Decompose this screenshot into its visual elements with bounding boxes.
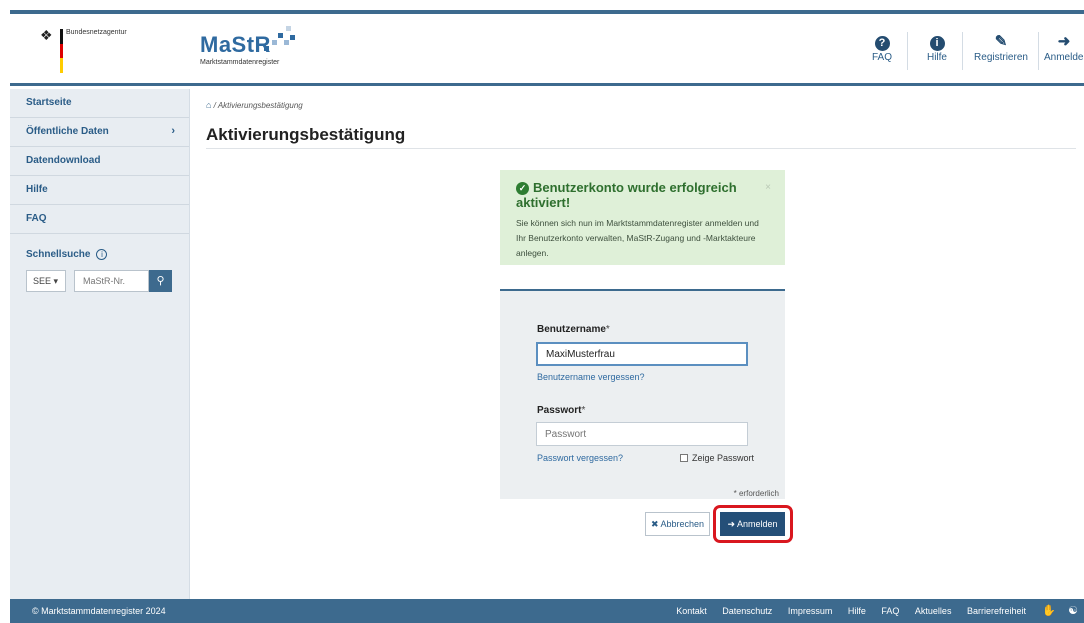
cancel-label: Abbrechen (660, 519, 705, 529)
check-circle-icon: ✓ (516, 182, 529, 195)
checkbox-icon (680, 454, 688, 462)
required-marker: * (605, 324, 610, 335)
home-icon[interactable]: ⌂ (206, 100, 211, 110)
password-input[interactable] (536, 422, 748, 446)
german-flag-icon (60, 29, 63, 73)
username-input[interactable] (536, 342, 748, 366)
show-password-label: Zeige Passwort (692, 453, 755, 463)
sign-language-icon[interactable]: ✋ (1042, 605, 1056, 617)
mastr-logo[interactable]: MaStR Marktstammdatenregister (200, 26, 295, 66)
site-header: ❖ Bundesnetzagentur MaStR Marktstammdate… (10, 14, 1084, 86)
easy-language-icon[interactable]: ☯ (1068, 605, 1078, 617)
footer-icons: ✋ ☯ (1030, 604, 1078, 617)
search-icon: ⚲ (156, 275, 165, 287)
nav-anmelden[interactable]: ➜ Anmelden (1044, 32, 1084, 63)
bundesnetzagentur-logo[interactable]: ❖ Bundesnetzagentur (40, 28, 150, 74)
close-icon: ✖ (650, 519, 659, 529)
login-form: Benutzername* Benutzername vergessen? Pa… (500, 289, 785, 499)
info-icon[interactable]: i (96, 249, 108, 260)
nav-divider (907, 32, 908, 70)
agency-name: Bundesnetzagentur (66, 29, 127, 36)
login-button[interactable]: ➜ Anmelden (720, 512, 785, 536)
question-circle-icon: ? (874, 36, 890, 51)
sidebar-item-datendownload[interactable]: Datendownload (10, 147, 189, 176)
sidebar: Startseite Öffentliche Daten › Datendownl… (10, 89, 190, 599)
site-footer: © Marktstammdatenregister 2024 Kontakt D… (10, 599, 1084, 623)
register-type-select[interactable]: SEE ▾ (26, 270, 66, 292)
close-icon[interactable]: × (765, 182, 771, 193)
alert-text: Sie können sich nun im Marktstammdatenre… (516, 218, 759, 258)
nav-divider (1038, 32, 1039, 70)
password-label: Passwort* (537, 405, 586, 416)
quicksearch-heading: Schnellsuche i (26, 244, 189, 262)
required-note: * erforderlich (733, 489, 779, 498)
alert-title: Benutzerkonto wurde erfolgreich aktivier… (516, 180, 737, 210)
title-divider (206, 148, 1076, 149)
login-label: Anmelden (737, 519, 778, 529)
footer-link-kontakt[interactable]: Kontakt (676, 606, 707, 616)
footer-link-aktuelles[interactable]: Aktuelles (915, 606, 952, 616)
footer-links: Kontakt Datenschutz Impressum Hilfe FAQ … (663, 606, 1026, 616)
show-password-checkbox[interactable]: Zeige Passwort (680, 453, 754, 463)
caret-down-icon: ▾ (53, 276, 59, 286)
nav-anmelden-label: Anmelden (1044, 52, 1084, 63)
sidebar-item-label: Öffentliche Daten (26, 126, 109, 137)
sidebar-item-label: Startseite (26, 97, 72, 108)
quicksearch: Schnellsuche i SEE ▾ ⚲ (10, 234, 189, 292)
nav-hilfe[interactable]: i Hilfe (922, 32, 952, 63)
sign-in-icon: ➜ (1057, 33, 1071, 50)
success-alert: ✓ Benutzerkonto wurde erfolgreich aktivie… (500, 170, 785, 265)
sidebar-item-faq[interactable]: FAQ (10, 205, 189, 234)
select-value: SEE (33, 276, 52, 286)
page-title: Aktivierungsbestätigung (206, 125, 406, 144)
nav-faq[interactable]: ? FAQ (867, 32, 897, 63)
footer-link-faq[interactable]: FAQ (881, 606, 899, 616)
chevron-right-icon: › (171, 125, 175, 137)
footer-link-hilfe[interactable]: Hilfe (848, 606, 866, 616)
forgot-username-link[interactable]: Benutzername vergessen? (537, 372, 645, 382)
footer-link-barrierefreiheit[interactable]: Barrierefreiheit (967, 606, 1026, 616)
nav-registrieren[interactable]: ✎ Registrieren (973, 32, 1029, 63)
mastr-number-input[interactable] (74, 270, 149, 292)
sidebar-item-label: Datendownload (26, 155, 101, 166)
logo-squares-icon (260, 26, 295, 52)
required-marker: * (581, 405, 586, 416)
nav-divider (962, 32, 963, 70)
breadcrumb: ⌂ / Aktivierungsbestätigung (206, 100, 303, 110)
edit-icon: ✎ (994, 33, 1008, 50)
footer-link-datenschutz[interactable]: Datenschutz (722, 606, 772, 616)
breadcrumb-current: Aktivierungsbestätigung (217, 101, 303, 110)
sidebar-item-oeffentliche-daten[interactable]: Öffentliche Daten › (10, 118, 189, 147)
sidebar-item-hilfe[interactable]: Hilfe (10, 176, 189, 205)
nav-registrieren-label: Registrieren (974, 52, 1028, 63)
federal-eagle-icon: ❖ (40, 27, 53, 43)
quicksearch-label: Schnellsuche (26, 249, 91, 260)
info-circle-icon: i (929, 36, 945, 51)
sign-in-icon: ➜ (727, 519, 735, 529)
forgot-password-link[interactable]: Passwort vergessen? (537, 453, 623, 463)
sidebar-item-startseite[interactable]: Startseite (10, 89, 189, 118)
nav-faq-label: FAQ (871, 52, 892, 63)
sidebar-item-label: FAQ (26, 213, 47, 224)
cancel-button[interactable]: ✖ Abbrechen (645, 512, 710, 536)
sidebar-item-label: Hilfe (26, 184, 48, 195)
copyright: © Marktstammdatenregister 2024 (32, 606, 166, 616)
username-label: Benutzername* (537, 324, 610, 335)
nav-hilfe-label: Hilfe (926, 52, 947, 63)
search-button[interactable]: ⚲ (149, 270, 172, 292)
footer-link-impressum[interactable]: Impressum (788, 606, 833, 616)
mastr-logo-subtitle: Marktstammdatenregister (200, 59, 280, 66)
